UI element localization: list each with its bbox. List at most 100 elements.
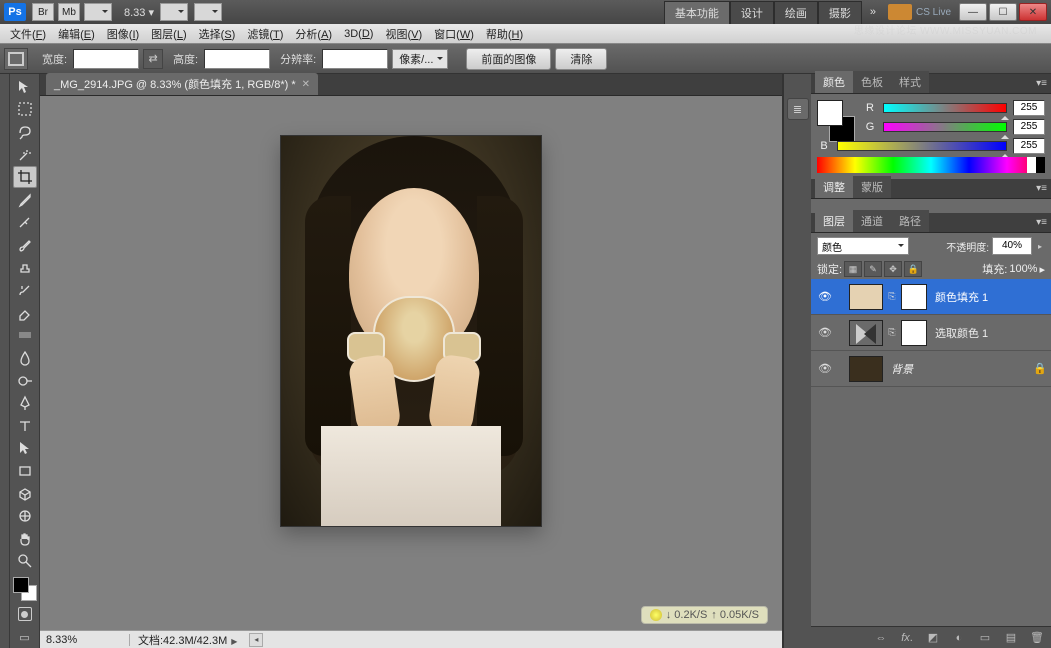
path-selection-tool[interactable] — [13, 438, 37, 460]
minibridge-button[interactable]: Mb — [58, 3, 80, 21]
workspace-tab-design[interactable]: 设计 — [730, 1, 774, 24]
height-input[interactable] — [204, 49, 270, 69]
panel-color-swatch[interactable] — [817, 100, 853, 136]
layer-row[interactable]: 👁 背景 🔒 — [811, 351, 1051, 387]
menu-analysis[interactable]: 分析(A) — [289, 24, 338, 44]
magic-wand-tool[interactable] — [13, 144, 37, 166]
tab-color[interactable]: 颜色 — [815, 71, 853, 93]
zoom-tool[interactable] — [13, 551, 37, 573]
3d-tools[interactable] — [13, 483, 37, 505]
workspace-tab-painting[interactable]: 绘画 — [774, 1, 818, 24]
menu-layer[interactable]: 图层(L) — [145, 24, 192, 44]
lock-position-button[interactable]: ✥ — [884, 261, 902, 277]
screen-mode-button[interactable]: ▭ — [13, 626, 37, 648]
crop-tool[interactable] — [13, 166, 37, 188]
add-mask-button[interactable]: ◩ — [923, 629, 943, 647]
layer-visibility-icon[interactable]: 👁 — [815, 287, 835, 307]
new-group-button[interactable]: ▭ — [975, 629, 995, 647]
3d-camera-tools[interactable] — [13, 505, 37, 527]
color-panel-menu-icon[interactable]: ▾≡ — [1036, 78, 1047, 89]
color-swatch[interactable] — [13, 577, 37, 601]
workspace-more-button[interactable]: » — [870, 6, 876, 18]
menu-3d[interactable]: 3D(D) — [338, 26, 379, 42]
new-layer-button[interactable]: ▤ — [1001, 629, 1021, 647]
type-tool[interactable] — [13, 415, 37, 437]
eraser-tool[interactable] — [13, 302, 37, 324]
cs-live-label[interactable]: CS Live — [916, 7, 951, 18]
layer-name[interactable]: 选取颜色 1 — [931, 325, 988, 341]
collapsed-panel-icon[interactable]: ≣ — [787, 98, 809, 120]
layer-row[interactable]: 👁 ⎘ 颜色填充 1 — [811, 279, 1051, 315]
layer-row[interactable]: 👁 ⎘ 选取颜色 1 — [811, 315, 1051, 351]
fill-arrow-icon[interactable]: ▸ — [1039, 263, 1045, 276]
document-tab[interactable]: _MG_2914.JPG @ 8.33% (颜色填充 1, RGB/8*) * … — [46, 73, 318, 95]
opacity-input[interactable]: 40% — [992, 237, 1032, 255]
eyedropper-tool[interactable] — [13, 189, 37, 211]
tab-swatches[interactable]: 色板 — [853, 71, 891, 93]
status-zoom[interactable]: 8.33% — [40, 634, 130, 646]
layer-name[interactable]: 颜色填充 1 — [931, 289, 988, 305]
swap-dimensions-button[interactable]: ⇄ — [143, 49, 163, 69]
crop-tool-icon[interactable] — [4, 48, 28, 70]
b-value-input[interactable]: 255 — [1013, 138, 1045, 154]
quick-mask-toggle[interactable] — [13, 604, 37, 626]
cs-live-icon[interactable] — [888, 4, 912, 20]
clear-button[interactable]: 清除 — [555, 48, 607, 70]
layer-link-icon[interactable]: ⎘ — [887, 291, 897, 302]
resolution-input[interactable] — [322, 49, 388, 69]
layer-thumbnail[interactable] — [849, 356, 883, 382]
layer-thumbnail[interactable] — [849, 284, 883, 310]
move-tool[interactable] — [13, 76, 37, 98]
width-input[interactable] — [73, 49, 139, 69]
bridge-button[interactable]: Br — [32, 3, 54, 21]
layer-thumbnail[interactable] — [849, 320, 883, 346]
arrange-documents-dropdown[interactable] — [194, 3, 222, 21]
document-tab-close-icon[interactable]: ✕ — [302, 79, 310, 90]
workspace-tab-photography[interactable]: 摄影 — [818, 1, 862, 24]
window-maximize-button[interactable]: ☐ — [989, 3, 1017, 21]
gradient-tool[interactable] — [13, 325, 37, 347]
lasso-tool[interactable] — [13, 121, 37, 143]
dodge-tool[interactable] — [13, 370, 37, 392]
screen-arrangement-dropdown[interactable] — [84, 3, 112, 21]
tab-adjustments[interactable]: 调整 — [815, 176, 853, 198]
brush-tool[interactable] — [13, 234, 37, 256]
r-slider[interactable] — [883, 103, 1007, 113]
b-slider[interactable] — [837, 141, 1007, 151]
toolbox-collapse-strip[interactable] — [0, 74, 10, 648]
hand-tool[interactable] — [13, 528, 37, 550]
resolution-unit-select[interactable]: 像素/... — [392, 49, 448, 69]
menu-filter[interactable]: 滤镜(T) — [241, 24, 289, 44]
menu-file[interactable]: 文件(F) — [4, 24, 52, 44]
delete-layer-button[interactable]: 🗑 — [1027, 629, 1047, 647]
healing-brush-tool[interactable] — [13, 212, 37, 234]
front-image-button[interactable]: 前面的图像 — [466, 48, 551, 70]
shape-tool[interactable] — [13, 460, 37, 482]
menu-view[interactable]: 视图(V) — [379, 24, 428, 44]
link-layers-button[interactable]: ⇔ — [871, 629, 891, 647]
tab-styles[interactable]: 样式 — [891, 71, 929, 93]
fill-input[interactable]: 100% — [1009, 263, 1037, 275]
menu-help[interactable]: 帮助(H) — [480, 24, 529, 44]
pen-tool[interactable] — [13, 392, 37, 414]
status-doc-size[interactable]: 文档:42.3M/42.3M▶ — [130, 632, 245, 648]
menu-image[interactable]: 图像(I) — [101, 24, 145, 44]
window-close-button[interactable]: ✕ — [1019, 3, 1047, 21]
photoshop-logo[interactable]: Ps — [4, 3, 26, 21]
opacity-arrow-icon[interactable]: ▸ — [1035, 242, 1045, 251]
canvas[interactable]: ↓ 0.2K/S ↑ 0.05K/S — [40, 96, 782, 630]
window-minimize-button[interactable]: — — [959, 3, 987, 21]
layer-mask-thumbnail[interactable] — [901, 320, 927, 346]
color-spectrum[interactable] — [817, 157, 1045, 173]
adjust-panel-menu-icon[interactable]: ▾≡ — [1036, 183, 1047, 194]
blend-mode-select[interactable]: 颜色 — [817, 237, 909, 255]
scroll-left-button[interactable]: ◂ — [249, 633, 263, 647]
lock-all-button[interactable]: 🔒 — [904, 261, 922, 277]
layer-fx-button[interactable]: fx. — [897, 629, 917, 647]
history-brush-tool[interactable] — [13, 279, 37, 301]
workspace-tab-essentials[interactable]: 基本功能 — [664, 1, 730, 24]
layer-mask-thumbnail[interactable] — [901, 284, 927, 310]
tab-channels[interactable]: 通道 — [853, 210, 891, 232]
tab-masks[interactable]: 蒙版 — [853, 176, 891, 198]
lock-pixels-button[interactable]: ✎ — [864, 261, 882, 277]
